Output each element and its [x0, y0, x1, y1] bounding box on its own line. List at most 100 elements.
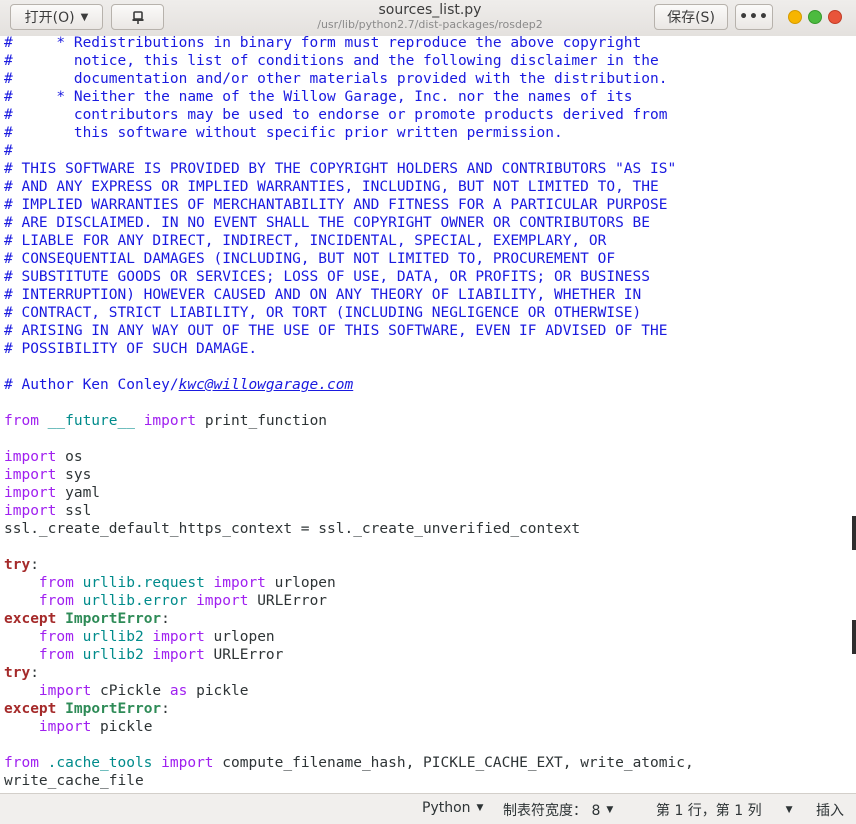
code-line[interactable]: ​ — [4, 358, 694, 376]
insert-mode-indicator[interactable]: 插入 — [816, 800, 844, 820]
code-line[interactable]: # INTERRUPTION) HOWEVER CAUSED AND ON AN… — [4, 286, 694, 304]
code-line[interactable]: # Author Ken Conley/kwc@willowgarage.com — [4, 376, 694, 394]
code-token: : — [30, 665, 39, 681]
code-line[interactable]: # contributors may be used to endorse or… — [4, 106, 694, 124]
code-line[interactable]: # * Neither the name of the Willow Garag… — [4, 88, 694, 106]
code-token: try — [4, 557, 31, 573]
code-line[interactable]: from __future__ import print_function — [4, 412, 694, 430]
code-token: ImportError — [65, 701, 162, 717]
minimize-button[interactable] — [788, 10, 802, 24]
code-token: import — [4, 449, 57, 465]
cursor-position-selector[interactable]: 第 1 行，第 1 列 ▼ — [656, 800, 793, 820]
code-line[interactable]: ​ — [4, 736, 694, 754]
code-editor[interactable]: # * Redistributions in binary form must … — [0, 36, 856, 793]
tab-width-selector[interactable]: 制表符宽度： 8 ▼ — [503, 800, 613, 820]
code-line[interactable]: from urllib.error import URLError — [4, 592, 694, 610]
code-line[interactable]: import sys — [4, 466, 694, 484]
code-line[interactable]: # documentation and/or other materials p… — [4, 70, 694, 88]
code-token: from — [4, 755, 39, 771]
code-token: ssl — [56, 503, 92, 519]
code-line[interactable]: write_cache_file — [4, 772, 694, 790]
code-token: from — [38, 593, 74, 609]
save-button[interactable]: 保存(S) — [654, 4, 728, 30]
code-line[interactable]: # LIABLE FOR ANY DIRECT, INDIRECT, INCID… — [4, 232, 694, 250]
code-token: # * Neither the name of the Willow Garag… — [4, 89, 633, 105]
code-line[interactable]: # ARE DISCLAIMED. IN NO EVENT SHALL THE … — [4, 214, 694, 232]
code-line[interactable]: # THIS SOFTWARE IS PROVIDED BY THE COPYR… — [4, 160, 694, 178]
code-line[interactable]: import os — [4, 448, 694, 466]
code-line[interactable]: from urllib2 import URLError — [4, 646, 694, 664]
chevron-down-icon: ▼ — [80, 11, 89, 23]
code-token: import — [38, 683, 92, 699]
code-line[interactable]: # notice, this list of conditions and th… — [4, 52, 694, 70]
code-token: : — [30, 557, 39, 573]
code-token: urllib2 — [82, 647, 144, 663]
status-bar: Python ▼ 制表符宽度： 8 ▼ 第 1 行，第 1 列 ▼ 插入 — [0, 793, 856, 824]
code-line[interactable]: from .cache_tools import compute_filenam… — [4, 754, 694, 772]
code-token: urllib2 — [82, 629, 144, 645]
code-line[interactable]: try: — [4, 556, 694, 574]
code-line[interactable]: # POSSIBILITY OF SUCH DAMAGE. — [4, 340, 694, 358]
code-token: compute_filename_hash, PICKLE_CACHE_EXT,… — [213, 755, 694, 771]
code-token: # Author Ken Conley/ — [4, 377, 179, 393]
code-token: import — [152, 629, 205, 645]
code-token: ssl._create_default_https_context = ssl.… — [4, 521, 581, 537]
code-token: # IMPLIED WARRANTIES OF MERCHANTABILITY … — [4, 197, 668, 213]
code-token: URLError — [248, 593, 328, 609]
code-token: # INTERRUPTION) HOWEVER CAUSED AND ON AN… — [4, 287, 642, 303]
code-token: .cache_tools — [47, 755, 153, 771]
code-token: os — [56, 449, 83, 465]
code-token: # ARISING IN ANY WAY OUT OF THE USE OF T… — [4, 323, 668, 339]
close-button[interactable] — [828, 10, 842, 24]
code-line[interactable]: # ARISING IN ANY WAY OUT OF THE USE OF T… — [4, 322, 694, 340]
code-token: sys — [56, 467, 92, 483]
code-line[interactable]: import pickle — [4, 718, 694, 736]
code-line[interactable]: # CONSEQUENTIAL DAMAGES (INCLUDING, BUT … — [4, 250, 694, 268]
code-line[interactable]: import ssl — [4, 502, 694, 520]
open-button[interactable]: 打开(O) ▼ — [10, 4, 103, 30]
code-token: urlopen — [265, 575, 336, 591]
code-line[interactable]: import yaml — [4, 484, 694, 502]
code-line[interactable]: # — [4, 142, 694, 160]
code-line[interactable]: from urllib.request import urlopen — [4, 574, 694, 592]
code-line[interactable]: try: — [4, 664, 694, 682]
code-line[interactable]: # * Redistributions in binary form must … — [4, 36, 694, 52]
maximize-button[interactable] — [808, 10, 822, 24]
menu-button[interactable]: ••• — [735, 4, 773, 30]
window-title: sources_list.py /usr/lib/python2.7/dist-… — [270, 2, 590, 31]
code-text[interactable]: # * Redistributions in binary form must … — [4, 36, 694, 790]
code-line[interactable]: # this software without specific prior w… — [4, 124, 694, 142]
language-selector[interactable]: Python ▼ — [422, 800, 483, 816]
overview-marker — [852, 516, 856, 550]
code-token: import — [4, 467, 57, 483]
code-token: __future__ — [47, 413, 135, 429]
code-line[interactable]: # AND ANY EXPRESS OR IMPLIED WARRANTIES,… — [4, 178, 694, 196]
code-line[interactable]: ​ — [4, 394, 694, 412]
code-line[interactable]: ​ — [4, 430, 694, 448]
code-token: # CONSEQUENTIAL DAMAGES (INCLUDING, BUT … — [4, 251, 616, 267]
code-token: # LIABLE FOR ANY DIRECT, INDIRECT, INCID… — [4, 233, 607, 249]
code-line[interactable]: import cPickle as pickle — [4, 682, 694, 700]
code-line[interactable]: except ImportError: — [4, 700, 694, 718]
code-line[interactable]: # IMPLIED WARRANTIES OF MERCHANTABILITY … — [4, 196, 694, 214]
code-token: # AND ANY EXPRESS OR IMPLIED WARRANTIES,… — [4, 179, 659, 195]
chevron-down-icon: ▼ — [476, 803, 484, 813]
code-token: # this software without specific prior w… — [4, 125, 563, 141]
code-line[interactable]: ​ — [4, 538, 694, 556]
code-line[interactable]: # CONTRACT, STRICT LIABILITY, OR TORT (I… — [4, 304, 694, 322]
code-token: # POSSIBILITY OF SUCH DAMAGE. — [4, 341, 258, 357]
code-line[interactable]: # SUBSTITUTE GOODS OR SERVICES; LOSS OF … — [4, 268, 694, 286]
code-token: import — [4, 485, 57, 501]
code-token: # notice, this list of conditions and th… — [4, 53, 659, 69]
pin-button[interactable] — [111, 4, 164, 30]
code-line[interactable]: from urllib2 import urlopen — [4, 628, 694, 646]
code-line[interactable]: except ImportError: — [4, 610, 694, 628]
code-line[interactable]: ssl._create_default_https_context = ssl.… — [4, 520, 694, 538]
